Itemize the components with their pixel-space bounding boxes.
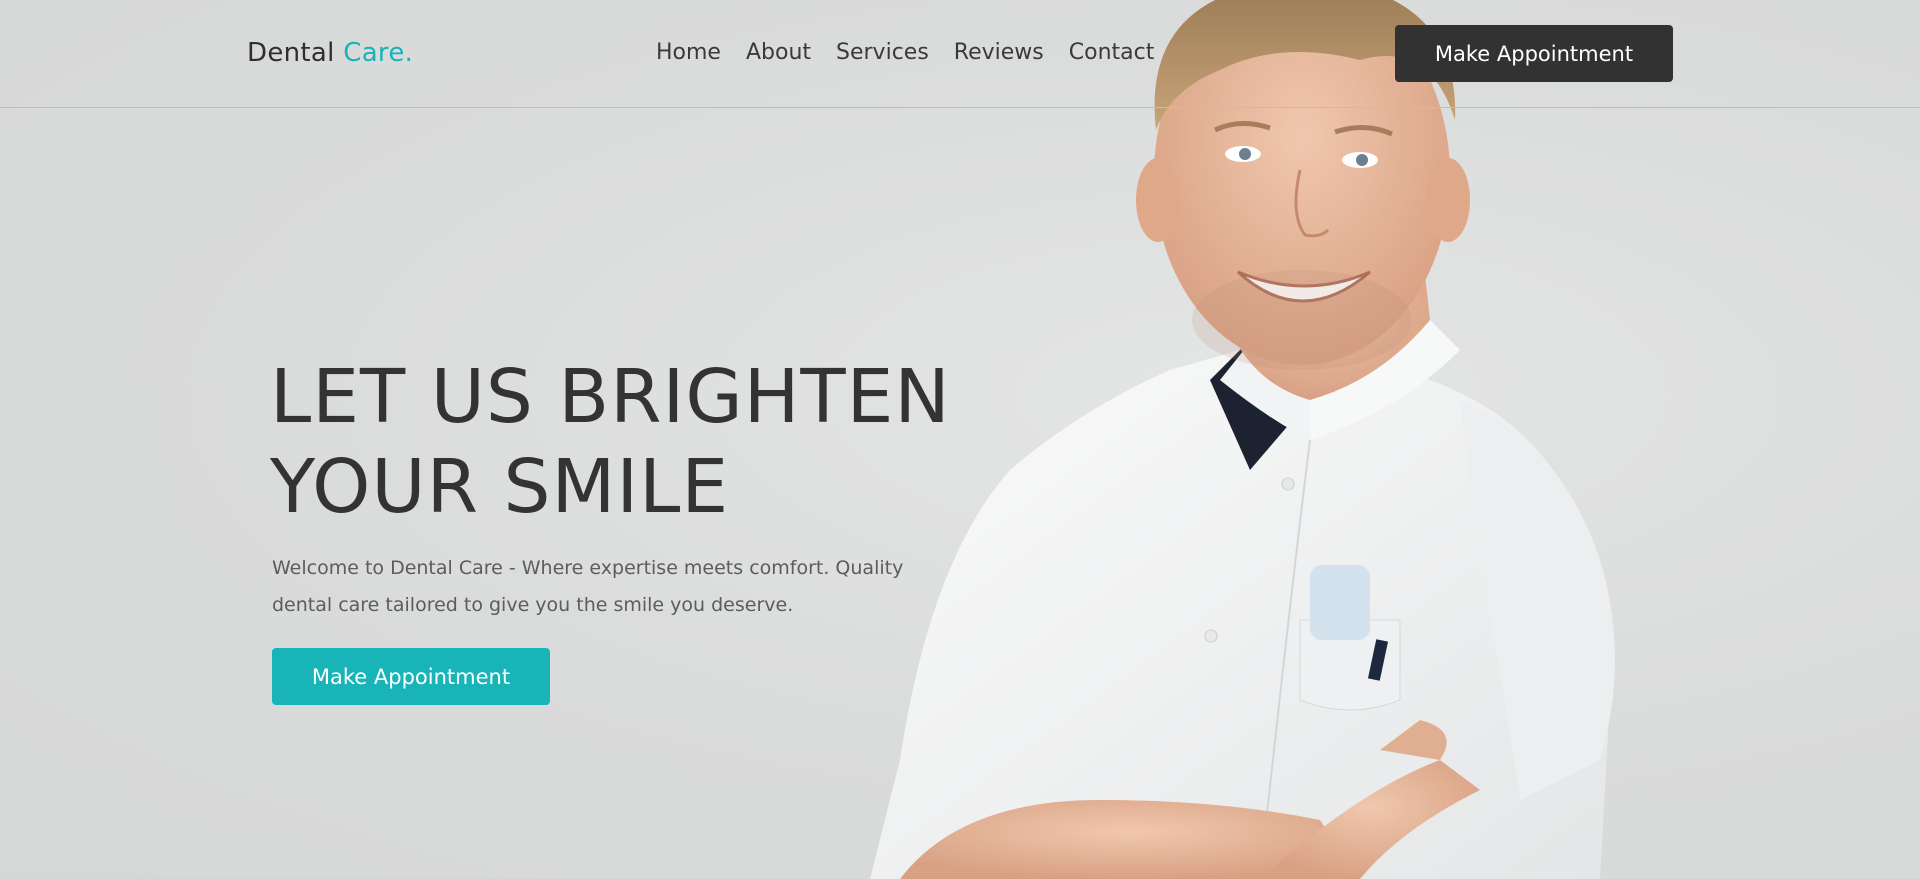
hero-description: Welcome to Dental Care - Where expertise… [272, 557, 904, 616]
header-make-appointment-button[interactable]: Make Appointment [1395, 25, 1673, 82]
smiling-dentist-photo [870, 0, 1615, 879]
hero-title-line-1: LET US BRIGHTEN [270, 354, 951, 440]
nav-reviews[interactable]: Reviews [954, 40, 1044, 65]
logo-accent-text: Care. [343, 38, 414, 68]
nav-home[interactable]: Home [656, 40, 721, 65]
site-header: Dental Care. Home About Services Reviews… [0, 0, 1920, 108]
nav-services[interactable]: Services [836, 40, 929, 65]
logo-main-text: Dental [247, 38, 335, 68]
hero-title: LET US BRIGHTEN YOUR SMILE [270, 352, 951, 532]
hero-title-line-2: YOUR SMILE [270, 444, 730, 530]
hero-make-appointment-button[interactable]: Make Appointment [272, 648, 550, 705]
main-nav: Home About Services Reviews Contact [656, 40, 1154, 65]
nav-contact[interactable]: Contact [1069, 40, 1155, 65]
nav-about[interactable]: About [746, 40, 811, 65]
logo[interactable]: Dental Care. [247, 38, 413, 68]
